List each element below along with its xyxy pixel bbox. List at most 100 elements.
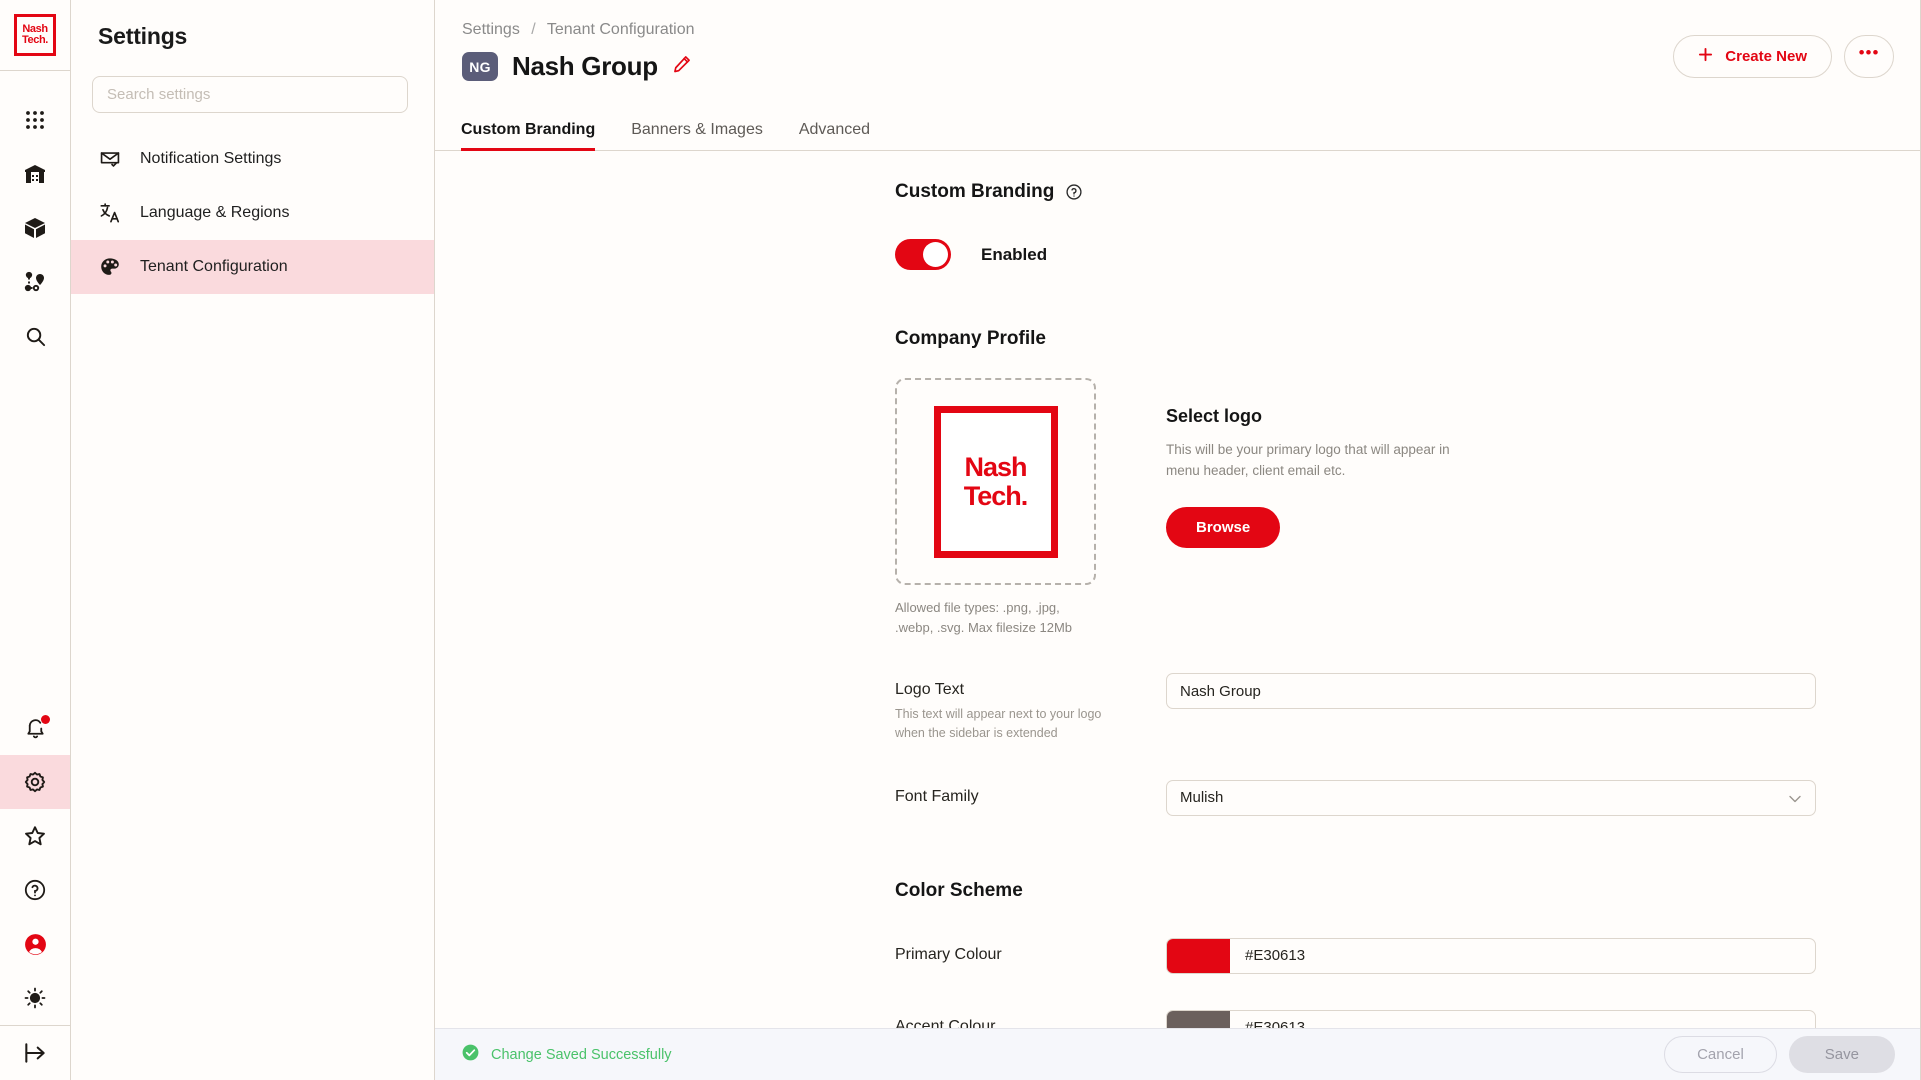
logo-dropzone[interactable]: Nash Tech. [895, 378, 1096, 585]
header-left: Settings / Tenant Configuration NG Nash … [462, 18, 695, 82]
more-options-button[interactable]: ••• [1844, 35, 1894, 78]
sidebar-item-language-regions[interactable]: Language & Regions [71, 186, 434, 240]
pencil-edit-icon[interactable] [672, 54, 692, 79]
tab-advanced[interactable]: Advanced [781, 121, 888, 150]
primary-colour-swatch[interactable] [1167, 938, 1230, 973]
app-root: Nash Tech. Settings Search settings Noti… [0, 0, 1921, 1080]
rail-item-favorites[interactable] [0, 809, 70, 863]
save-status: Change Saved Successfully [461, 1043, 672, 1067]
translate-icon [99, 202, 121, 224]
breadcrumb-parent[interactable]: Settings [462, 21, 520, 38]
form-footer-bar: Change Saved Successfully Cancel Save [435, 1028, 1920, 1080]
mail-check-icon [99, 148, 121, 170]
settings-search-wrap [71, 50, 434, 113]
route-map-pin-icon [23, 270, 47, 294]
apps-grid-icon [24, 109, 46, 131]
user-avatar-icon [23, 932, 48, 957]
star-icon [23, 824, 47, 848]
font-family-label-col: Font Family [895, 780, 1166, 816]
logo-preview: Nash Tech. [933, 405, 1058, 558]
select-logo-title: Select logo [1166, 406, 1263, 426]
rail-item-notifications[interactable] [0, 701, 70, 755]
rail-item-signout[interactable] [0, 1026, 70, 1080]
rail-item-search[interactable] [0, 309, 70, 363]
gear-icon [23, 770, 47, 794]
tab-banners-images[interactable]: Banners & Images [613, 121, 781, 150]
warehouse-icon [23, 162, 47, 186]
custom-branding-section-heading: Custom Branding [435, 181, 1920, 203]
breadcrumb-separator: / [531, 21, 536, 38]
browse-button[interactable]: Browse [1166, 506, 1281, 548]
page-header: Settings / Tenant Configuration NG Nash … [435, 0, 1920, 106]
sidebar-item-notification-settings[interactable]: Notification Settings [71, 132, 434, 186]
company-profile-row: Nash Tech. Allowed file types: .png, .jp… [435, 378, 1920, 637]
title-row: NG Nash Group [462, 51, 695, 82]
custom-branding-toggle-row: Enabled [435, 239, 1920, 270]
create-new-label: Create New [1725, 48, 1807, 65]
plus-icon [1698, 47, 1713, 66]
toggle-state-label: Enabled [981, 244, 1048, 264]
avatar: NG [462, 52, 498, 81]
rail-brand-logo[interactable]: Nash Tech. [0, 0, 70, 71]
settings-panel: Settings Notification Settings [71, 0, 435, 1080]
notification-badge-dot [41, 715, 50, 724]
header-actions: Create New ••• [1673, 18, 1894, 78]
cancel-button[interactable]: Cancel [1664, 1036, 1777, 1073]
logo-text-input[interactable] [1166, 673, 1816, 709]
save-button[interactable]: Save [1788, 1036, 1895, 1073]
logo-text-label: Logo Text [895, 681, 965, 698]
ellipsis-icon: ••• [1858, 42, 1880, 62]
settings-form: Custom Branding Enabled Company Profile … [435, 151, 1920, 1080]
rail-item-account[interactable] [0, 917, 70, 971]
primary-colour-label-col: Primary Colour [895, 938, 1166, 974]
sidebar-item-tenant-configuration[interactable]: Tenant Configuration [71, 240, 434, 294]
status-badge: Change Saved Successfully [491, 1046, 672, 1063]
custom-branding-toggle[interactable] [895, 239, 951, 270]
palette-icon [99, 256, 121, 278]
settings-form-scroll-area[interactable]: Custom Branding Enabled Company Profile … [435, 151, 1920, 1080]
help-circle-icon[interactable] [1065, 183, 1083, 201]
breadcrumb-current: Tenant Configuration [546, 21, 695, 38]
logo-text-hint: This text will appear next to your logo … [895, 707, 1102, 741]
sidebar-item-label: Notification Settings [140, 150, 282, 167]
tab-label: Advanced [798, 121, 871, 138]
toggle-knob [923, 242, 948, 267]
rail-bottom-group [0, 701, 70, 1080]
font-family-field-row: Font Family [435, 779, 1920, 816]
package-box-icon [23, 216, 47, 240]
brightness-icon [23, 986, 47, 1010]
icon-rail: Nash Tech. [0, 0, 71, 1080]
rail-item-settings[interactable] [0, 755, 70, 809]
logo-text-label-col: Logo Text This text will appear next to … [895, 673, 1166, 744]
rail-item-products[interactable] [0, 201, 70, 255]
company-profile-heading: Company Profile [895, 328, 1046, 349]
help-circle-icon [23, 878, 47, 902]
breadcrumb: Settings / Tenant Configuration [462, 18, 695, 39]
tab-label: Banners & Images [631, 121, 763, 138]
main-content: Settings / Tenant Configuration NG Nash … [435, 0, 1921, 1080]
section-title: Custom Branding [895, 181, 1055, 202]
rail-item-theme[interactable] [0, 971, 70, 1025]
logo-preview-line2: Tech. [963, 480, 1029, 511]
select-logo-description: This will be your primary logo that will… [1166, 442, 1450, 478]
font-family-select[interactable] [1166, 779, 1816, 816]
tab-custom-branding[interactable]: Custom Branding [461, 121, 613, 151]
font-family-label: Font Family [895, 787, 979, 805]
search-input[interactable] [92, 76, 408, 113]
create-new-button[interactable]: Create New [1673, 35, 1832, 78]
logo-text-field-row: Logo Text This text will appear next to … [435, 673, 1920, 744]
check-circle-icon [461, 1043, 480, 1067]
rail-item-help[interactable] [0, 863, 70, 917]
sidebar-item-label: Language & Regions [140, 204, 290, 221]
rail-item-tracking[interactable] [0, 255, 70, 309]
rail-item-apps[interactable] [0, 93, 70, 147]
settings-panel-title: Settings [98, 23, 188, 49]
select-logo-col: Select logo This will be your primary lo… [1166, 378, 1466, 637]
allowed-file-types-note: Allowed file types: .png, .jpg, .webp, .… [895, 600, 1073, 635]
sidebar-item-label: Tenant Configuration [140, 258, 288, 275]
rail-item-warehouse[interactable] [0, 147, 70, 201]
primary-colour-field[interactable]: #E30613 [1166, 937, 1816, 974]
tab-label: Custom Branding [461, 121, 596, 138]
primary-colour-label: Primary Colour [895, 945, 1002, 963]
tab-bar: Custom Branding Banners & Images Advance… [435, 106, 1920, 151]
